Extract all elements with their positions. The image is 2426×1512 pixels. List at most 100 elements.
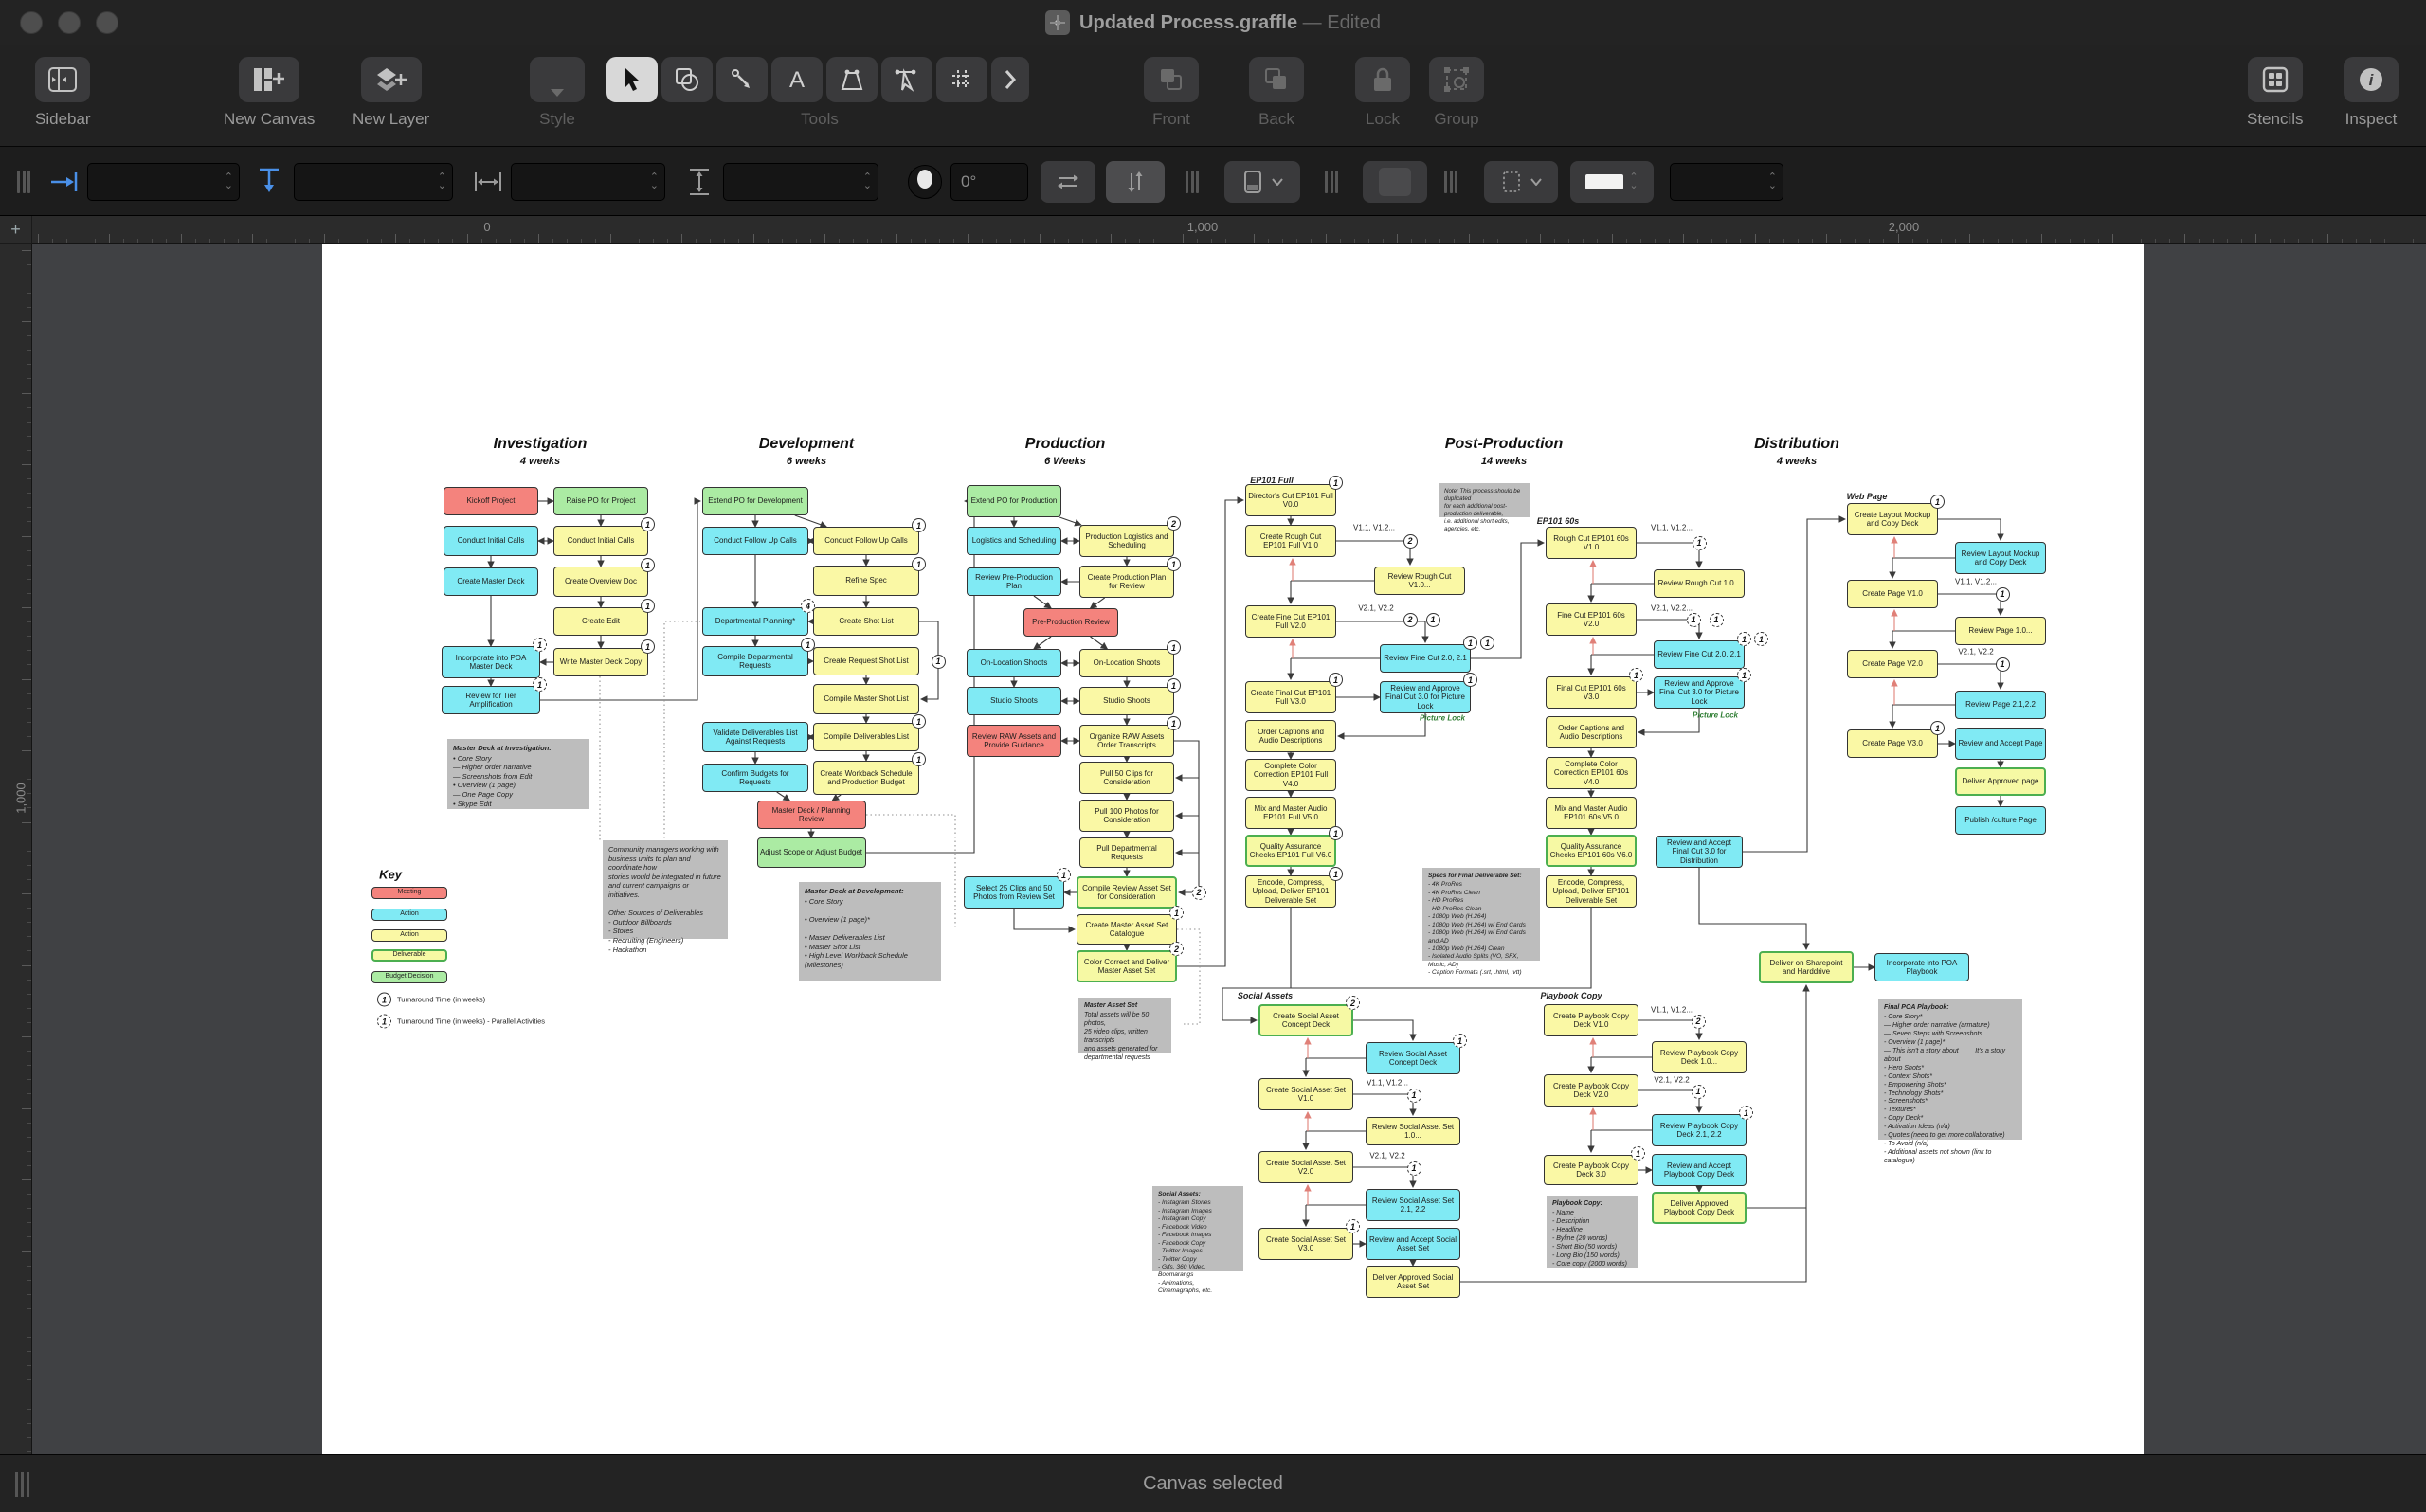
diagram-node-s5[interactable]: Final Cut EP101 60s V3.0 [1546, 676, 1637, 709]
diagram-node-c7[interactable]: Create Social Asset Set V3.0 [1258, 1228, 1353, 1260]
diagram-node-c6[interactable]: Review Social Asset Set 2.1, 2.2 [1366, 1189, 1460, 1221]
diagram-node-f3[interactable]: Review Rough Cut V1.0... [1374, 567, 1465, 595]
column-header[interactable]: Post-Production14 weeks [1445, 436, 1563, 467]
diagram-node-p15[interactable]: Pull Departmental Requests [1079, 837, 1174, 868]
diagram-node-i1[interactable]: Kickoff Project [444, 487, 538, 515]
diagram-node-i9[interactable]: Write Master Deck Copy [553, 648, 648, 676]
diagram-node-f7[interactable]: Review and Approve Final Cut 3.0 for Pic… [1380, 681, 1471, 713]
diagram-node-s10[interactable]: Quality Assurance Checks EP101 60s V6.0 [1546, 835, 1637, 867]
diagram-node-s8[interactable]: Complete Color Correction EP101 60s V4.0 [1546, 757, 1637, 789]
diagram-node-w2[interactable]: Review Layout Mockup and Copy Deck [1955, 542, 2046, 574]
flip-vertical-button[interactable] [1106, 147, 1165, 216]
diagram-node-b1[interactable]: Create Playbook Copy Deck V1.0 [1544, 1004, 1638, 1036]
horizontal-ruler[interactable]: 01,0002,000 [32, 216, 2426, 244]
diagram-node-f8[interactable]: Order Captions and Audio Descriptions [1245, 720, 1336, 752]
diagram-node-f1[interactable]: Director's Cut EP101 Full V0.0 [1245, 484, 1336, 516]
diagram-node-f4[interactable]: Create Fine Cut EP101 Full V2.0 [1245, 605, 1336, 638]
y-position-field[interactable]: ⌃⌄ [294, 147, 453, 216]
diagram-node-d1[interactable]: Extend PO for Development [702, 487, 808, 515]
diagram-node-x3[interactable]: Incorporate into POA Playbook [1874, 953, 1969, 981]
diagram-node-p17[interactable]: Compile Review Asset Set for Considerati… [1077, 876, 1177, 909]
line-weight-control[interactable]: ⌃⌄ [1570, 147, 1654, 216]
height-field[interactable]: ⌃⌄ [723, 147, 878, 216]
diagram-node-f12[interactable]: Encode, Compress, Upload, Deliver EP101 … [1245, 875, 1336, 908]
diagram-node-s6[interactable]: Review and Approve Final Cut 3.0 for Pic… [1654, 676, 1745, 709]
diagram-node-p14[interactable]: Pull 100 Photos for Consideration [1079, 800, 1174, 832]
diagram-node-b2[interactable]: Review Playbook Copy Deck 1.0... [1652, 1041, 1747, 1073]
diagram-node-s9[interactable]: Mix and Master Audio EP101 60s V5.0 [1546, 797, 1637, 829]
note-box[interactable]: Playbook Copy:- Name- Description- Headl… [1547, 1196, 1638, 1268]
diagram-node-s2[interactable]: Review Rough Cut 1.0... [1654, 569, 1745, 598]
diagram-node-c5[interactable]: Create Social Asset Set V2.0 [1258, 1151, 1353, 1183]
format-bar-drag-handle[interactable] [17, 147, 30, 216]
diagram-node-p2[interactable]: Logistics and Scheduling [967, 527, 1061, 555]
diagram-node-p5[interactable]: Create Production Plan for Review [1079, 566, 1174, 598]
point-editor-tool-icon[interactable] [881, 57, 932, 102]
diagram-node-s7[interactable]: Order Captions and Audio Descriptions [1546, 716, 1637, 748]
diagram-node-f10[interactable]: Mix and Master Audio EP101 Full V5.0 [1245, 797, 1336, 829]
line-tool-icon[interactable] [716, 57, 768, 102]
rotation-field[interactable]: 0° [950, 147, 1028, 216]
grid-tool-icon[interactable] [936, 57, 987, 102]
diagram-node-p6[interactable]: Pre-Production Review [1023, 608, 1118, 637]
diagram-node-d4[interactable]: Refine Spec [813, 566, 919, 596]
diagram-node-d5[interactable]: Departmental Planning* [702, 607, 808, 636]
diagram-node-i5[interactable]: Create Master Deck [444, 567, 538, 596]
diagram-node-w8[interactable]: Review and Accept Page [1955, 728, 2046, 760]
note-box[interactable]: Final POA Playbook:- Core Story*— Higher… [1878, 999, 2022, 1140]
diagram-node-d12[interactable]: Confirm Budgets for Requests [702, 764, 808, 792]
new-canvas-button[interactable]: New Canvas [224, 57, 315, 129]
stencils-button[interactable]: Stencils [2247, 57, 2304, 129]
flip-horizontal-button[interactable] [1041, 147, 1095, 216]
note-box[interactable]: Note: This process should be duplicatedf… [1439, 483, 1530, 517]
note-box[interactable]: Social Assets:- Instagram Stories- Insta… [1152, 1186, 1243, 1271]
text-tool-icon[interactable]: A [771, 57, 823, 102]
diagram-node-s1[interactable]: Rough Cut EP101 60s V1.0 [1546, 527, 1637, 559]
diagram-node-p8[interactable]: On-Location Shoots [1079, 649, 1174, 677]
diagram-node-b5[interactable]: Create Playbook Copy Deck 3.0 [1544, 1155, 1638, 1185]
diagram-node-d14[interactable]: Master Deck / Planning Review [757, 801, 866, 829]
diagram-node-p1[interactable]: Extend PO for Production [967, 485, 1061, 517]
shape-tool-icon[interactable] [661, 57, 713, 102]
diagram-node-f5[interactable]: Review Fine Cut 2.0, 2.1 [1380, 644, 1471, 673]
diagram-node-w10[interactable]: Publish /culture Page [1955, 806, 2046, 835]
diagram-node-c3[interactable]: Create Social Asset Set V1.0 [1258, 1078, 1353, 1110]
diagram-node-p4[interactable]: Review Pre-Production Plan [967, 567, 1061, 596]
diagram-node-p19[interactable]: Color Correct and Deliver Master Asset S… [1077, 950, 1177, 982]
diagram-node-f2[interactable]: Create Rough Cut EP101 Full V1.0 [1245, 525, 1336, 557]
diagram-node-c9[interactable]: Deliver Approved Social Asset Set [1366, 1266, 1460, 1298]
diagram-node-w3[interactable]: Create Page V1.0 [1847, 580, 1938, 608]
inspect-button[interactable]: i Inspect [2344, 57, 2399, 129]
diagram-node-p13[interactable]: Pull 50 Clips for Consideration [1079, 762, 1174, 794]
diagram-node-d11[interactable]: Compile Deliverables List [813, 723, 919, 751]
diagram-node-p7[interactable]: On-Location Shoots [967, 649, 1061, 677]
diagram-node-w5[interactable]: Create Page V2.0 [1847, 650, 1938, 678]
diagram-node-c8[interactable]: Review and Accept Social Asset Set [1366, 1228, 1460, 1260]
diagram-node-c4[interactable]: Review Social Asset Set 1.0... [1366, 1117, 1460, 1145]
fill-swatch-button[interactable] [1363, 147, 1427, 216]
selection-cursor-icon[interactable] [606, 57, 658, 102]
diagram-node-x1[interactable]: Review and Accept Final Cut 3.0 for Dist… [1656, 836, 1743, 868]
diagram-node-f6[interactable]: Create Final Cut EP101 Full V3.0 [1245, 681, 1336, 713]
diagram-node-p11[interactable]: Review RAW Assets and Provide Guidance [967, 725, 1061, 757]
diagram-node-b7[interactable]: Deliver Approved Playbook Copy Deck [1652, 1192, 1747, 1224]
diagram-node-f9[interactable]: Complete Color Correction EP101 Full V4.… [1245, 759, 1336, 791]
diagram-node-c1[interactable]: Create Social Asset Concept Deck [1258, 1004, 1353, 1036]
diagram-node-d2[interactable]: Conduct Follow Up Calls [702, 527, 808, 555]
format-bar-drag-handle[interactable] [1325, 147, 1338, 216]
format-bar-drag-handle[interactable] [1186, 147, 1199, 216]
document-page[interactable]: Investigation4 weeksDevelopment6 weeksPr… [322, 244, 2144, 1454]
diagram-node-p9[interactable]: Studio Shoots [967, 687, 1061, 715]
diagram-node-c2[interactable]: Review Social Asset Concept Deck [1366, 1042, 1460, 1074]
diagram-node-i6[interactable]: Create Overview Doc [553, 567, 648, 597]
diagram-node-b6[interactable]: Review and Accept Playbook Copy Deck [1652, 1154, 1747, 1186]
diagram-node-w6[interactable]: Review Page 2.1,2.2 [1955, 691, 2046, 719]
diagram-node-i2[interactable]: Raise PO for Project [553, 487, 648, 515]
diagram-node-f11[interactable]: Quality Assurance Checks EP101 Full V6.0 [1245, 835, 1336, 867]
diagram-node-d3[interactable]: Conduct Follow Up Calls [813, 527, 919, 555]
x-position-field[interactable]: ⌃⌄ [87, 147, 240, 216]
diagram-node-w7[interactable]: Create Page V3.0 [1847, 729, 1938, 758]
diagram-node-d10[interactable]: Validate Deliverables List Against Reque… [702, 722, 808, 752]
diagram-node-d9[interactable]: Compile Master Shot List [813, 684, 919, 714]
diagram-node-d8[interactable]: Create Request Shot List [813, 647, 919, 675]
